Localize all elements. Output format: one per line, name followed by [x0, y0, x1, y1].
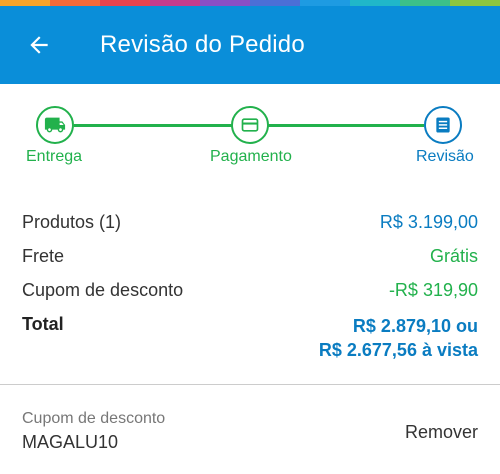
coupon-label: Cupom de desconto — [22, 280, 184, 300]
step-label-revisao: Revisão — [416, 148, 474, 165]
step-entrega[interactable] — [36, 106, 74, 144]
products-value: R$ 3.199,00 — [379, 212, 478, 232]
remove-coupon-button[interactable]: Remover — [405, 422, 478, 443]
shipping-row: Frete Grátis — [22, 246, 478, 267]
step-label-pagamento: Pagamento — [210, 148, 292, 165]
checkout-stepper: Entrega Pagamento Revisão — [0, 84, 500, 184]
card-icon — [241, 118, 259, 132]
truck-icon — [44, 117, 66, 133]
step-pagamento[interactable] — [231, 106, 269, 144]
total-label: Total — [22, 314, 64, 334]
coupon-row: Cupom de desconto -R$ 319,90 — [22, 280, 478, 301]
divider — [0, 384, 500, 385]
total-cash-value: R$ 2.677,56 à vista — [318, 340, 478, 360]
total-value: R$ 2.879,10 ou — [352, 316, 478, 336]
step-revisao[interactable] — [424, 106, 462, 144]
shipping-label: Frete — [22, 246, 65, 266]
coupon-value: -R$ 319,90 — [388, 280, 478, 300]
app-bar: Revisão do Pedido — [0, 6, 500, 84]
page-title: Revisão do Pedido — [100, 31, 305, 58]
products-row: Produtos (1) R$ 3.199,00 — [22, 212, 478, 233]
step-connector — [268, 124, 424, 127]
arrow-left-icon — [30, 36, 48, 54]
coupon-caption: Cupom de desconto — [22, 410, 166, 427]
total-row: Total R$ 2.879,10 ou R$ 2.677,56 à vista — [22, 314, 478, 362]
step-connector — [74, 124, 234, 127]
products-label: Produtos (1) — [22, 212, 122, 232]
shipping-value: Grátis — [429, 246, 478, 266]
list-icon — [436, 117, 450, 133]
step-label-entrega: Entrega — [26, 148, 83, 165]
total-values: R$ 2.879,10 ou R$ 2.677,56 à vista — [319, 314, 478, 362]
coupon-code: MAGALU10 — [22, 432, 119, 452]
back-button[interactable] — [0, 6, 78, 84]
